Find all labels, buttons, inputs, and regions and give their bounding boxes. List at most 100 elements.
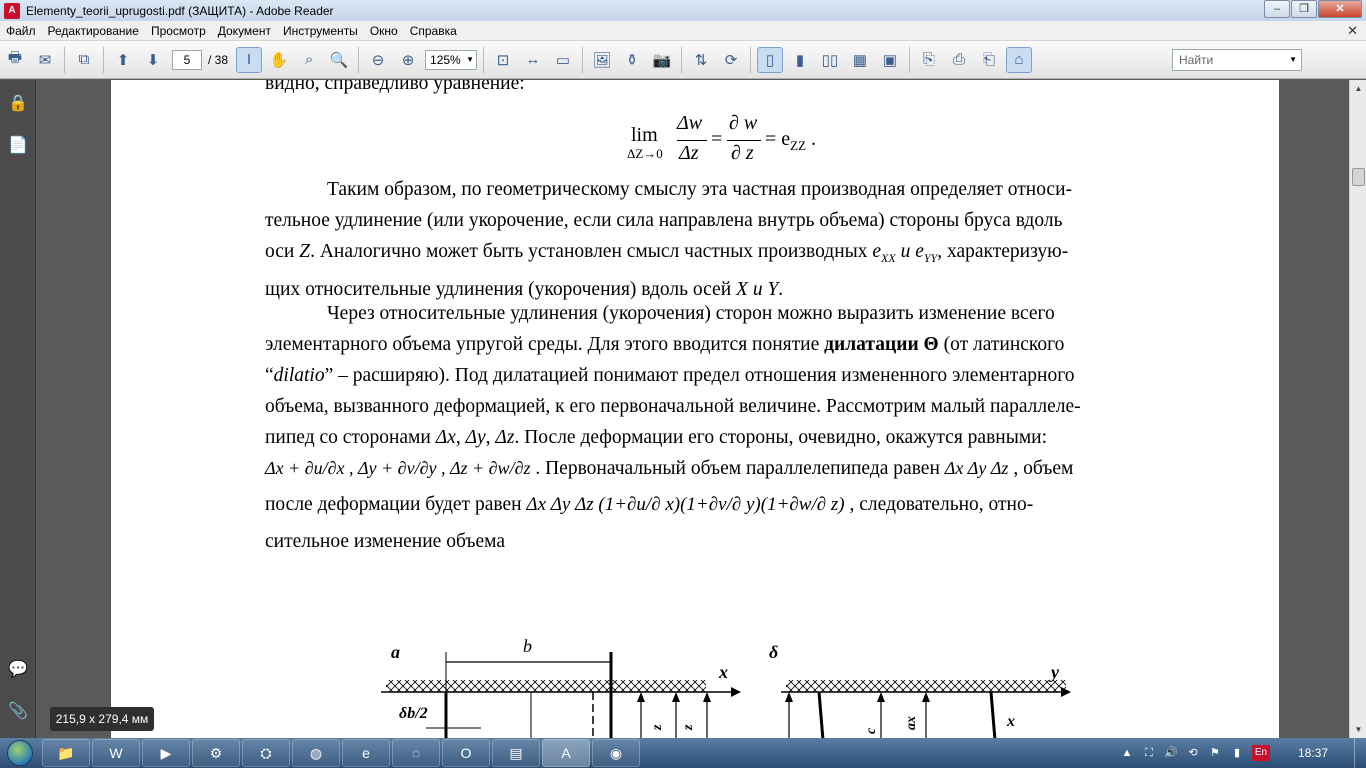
reader-taskbar-icon[interactable]: ▤ bbox=[492, 739, 540, 767]
opera-taskbar-icon[interactable]: O bbox=[442, 739, 490, 767]
marquee-zoom-icon[interactable]: ⌕ bbox=[296, 47, 322, 73]
document-area[interactable]: видно, справедливо уравнение: lim ΔZ→0 Δ… bbox=[37, 80, 1349, 738]
italic-text: Δx bbox=[435, 427, 456, 448]
comments-icon[interactable]: 💬 bbox=[8, 660, 28, 680]
collaborate-icon[interactable]: ⧉ bbox=[71, 47, 97, 73]
menu-window[interactable]: Окно bbox=[364, 24, 404, 38]
arrow-head bbox=[672, 692, 680, 702]
app3-taskbar-icon[interactable]: ◌ bbox=[392, 739, 440, 767]
tool-a-icon[interactable]: ⎘ bbox=[916, 47, 942, 73]
single-page-continuous-icon[interactable]: ▮ bbox=[787, 47, 813, 73]
camera-icon[interactable]: 📷 bbox=[649, 47, 675, 73]
dropdown-arrow-icon: ▼ bbox=[466, 54, 475, 64]
next-page-icon[interactable]: ⬇ bbox=[140, 47, 166, 73]
print-icon[interactable]: 🖶 bbox=[2, 47, 28, 73]
select-text-icon[interactable]: I bbox=[236, 46, 263, 73]
network-icon[interactable]: ⛶ bbox=[1140, 744, 1158, 762]
show-hidden-icon[interactable]: ▲ bbox=[1118, 744, 1136, 762]
attachments-icon[interactable]: 📎 bbox=[8, 702, 28, 722]
text: оси bbox=[265, 241, 300, 262]
language-indicator[interactable]: En bbox=[1251, 745, 1270, 761]
scroll-pages-icon[interactable]: ⇅ bbox=[688, 47, 714, 73]
italic-text: и bbox=[747, 278, 768, 300]
scroll-down-icon[interactable]: ▼ bbox=[1350, 721, 1366, 738]
snapshot-icon[interactable]: 🖼 bbox=[589, 47, 615, 73]
volume-icon[interactable]: 🔊 bbox=[1162, 744, 1180, 762]
pdf-page: видно, справедливо уравнение: lim ΔZ→0 Δ… bbox=[111, 80, 1279, 738]
formula-rhs-text: = e bbox=[765, 128, 791, 150]
zoom-in-icon[interactable]: ⊕ bbox=[395, 47, 421, 73]
email-icon[interactable]: ✉ bbox=[32, 47, 58, 73]
text-line: объема, вызванного деформацией, к его пе… bbox=[265, 396, 1081, 417]
hand-tool-icon[interactable]: ✋ bbox=[266, 47, 292, 73]
arrow-head bbox=[637, 692, 645, 702]
two-up-continuous-icon[interactable]: ▦ bbox=[847, 47, 873, 73]
text-line: “dilatio” – расширяю). Под дилатацией по… bbox=[265, 360, 1181, 391]
single-page-icon[interactable]: ▯ bbox=[757, 46, 784, 73]
network-taskbar-icon[interactable]: ⚙ bbox=[192, 739, 240, 767]
acrobat-taskbar-icon[interactable]: A bbox=[542, 739, 590, 767]
zoom-out-icon[interactable]: ⊖ bbox=[365, 47, 391, 73]
battery-icon[interactable]: ▮ bbox=[1228, 744, 1246, 762]
flag-icon[interactable]: ⚑ bbox=[1206, 744, 1224, 762]
close-button[interactable]: ✕ bbox=[1318, 0, 1362, 18]
app-taskbar-icon[interactable]: ⛭ bbox=[242, 739, 290, 767]
paragraph-1: Таким образом, по геометрическому смыслу… bbox=[265, 174, 1181, 305]
menu-document[interactable]: Документ bbox=[212, 24, 277, 38]
menu-edit[interactable]: Редактирование bbox=[42, 24, 145, 38]
pages-icon[interactable]: 📄 bbox=[8, 136, 28, 156]
page-total: / 38 bbox=[208, 52, 229, 67]
clock[interactable]: 18:37 bbox=[1298, 746, 1328, 760]
sync-icon[interactable]: ⟲ bbox=[1184, 744, 1202, 762]
actual-size-icon[interactable]: ⊡ bbox=[490, 47, 516, 73]
media-player-taskbar-icon[interactable]: ▶ bbox=[142, 739, 190, 767]
scroll-up-icon[interactable]: ▲ bbox=[1350, 80, 1366, 97]
explorer-taskbar-icon[interactable]: 📁 bbox=[42, 739, 90, 767]
figure-deformation: a b x δb/2 z z δ y c ax x bbox=[381, 636, 1071, 738]
previous-page-icon[interactable]: ⬆ bbox=[110, 47, 136, 73]
vertical-scrollbar[interactable]: ▲ ▼ bbox=[1349, 80, 1366, 738]
page-number-input[interactable]: 5 bbox=[172, 49, 202, 70]
menu-view[interactable]: Просмотр bbox=[145, 24, 212, 38]
text: . Аналогично может быть установлен смысл… bbox=[310, 241, 873, 262]
menu-file[interactable]: Файл bbox=[0, 24, 42, 38]
text-line: видно, справедливо уравнение: bbox=[265, 80, 525, 94]
figure-label-a: a bbox=[391, 642, 400, 662]
zoom-select[interactable]: 125% ▼ bbox=[425, 49, 478, 70]
minimize-button[interactable]: – bbox=[1264, 0, 1290, 18]
stamp-icon[interactable]: ⚱ bbox=[619, 47, 645, 73]
text: щих относительные удлинения (укорочения)… bbox=[265, 278, 737, 300]
ie-taskbar-icon[interactable]: e bbox=[342, 739, 390, 767]
close-document-icon[interactable]: ✕ bbox=[1347, 23, 1358, 39]
show-desktop-button[interactable] bbox=[1354, 738, 1366, 768]
windows-logo-icon bbox=[7, 740, 33, 766]
app2-taskbar-icon[interactable]: ◍ bbox=[292, 739, 340, 767]
scroll-thumb[interactable] bbox=[1352, 168, 1365, 186]
search-input[interactable]: Найти ▼ bbox=[1172, 49, 1302, 71]
window-title: Elementy_teorii_uprugosti.pdf (ЗАЩИТА) -… bbox=[26, 3, 334, 18]
word-taskbar-icon[interactable]: W bbox=[92, 739, 140, 767]
fit-width-icon[interactable]: ↔ bbox=[520, 47, 546, 73]
two-up-icon[interactable]: ▯▯ bbox=[817, 47, 843, 73]
system-tray: ▲ ⛶ 🔊 ⟲ ⚑ ▮ En 18:37 bbox=[1116, 738, 1366, 768]
dynamic-zoom-icon[interactable]: 🔍 bbox=[326, 47, 352, 73]
start-button[interactable] bbox=[0, 738, 40, 768]
menu-help[interactable]: Справка bbox=[404, 24, 463, 38]
menu-tools[interactable]: Инструменты bbox=[277, 24, 364, 38]
formula-num1: Δw bbox=[677, 112, 703, 134]
fit-page-icon[interactable]: ▭ bbox=[550, 47, 576, 73]
home-icon[interactable]: ⌂ bbox=[1006, 46, 1033, 73]
full-screen-icon[interactable]: ▣ bbox=[877, 47, 903, 73]
arrow-head bbox=[922, 692, 930, 702]
text: , bbox=[455, 427, 466, 448]
rotate-icon[interactable]: ⟳ bbox=[718, 47, 744, 73]
restore-button[interactable]: ❐ bbox=[1291, 0, 1317, 18]
chrome-taskbar-icon[interactable]: ◉ bbox=[592, 739, 640, 767]
text: “ bbox=[265, 365, 274, 386]
section-line bbox=[817, 691, 825, 738]
lock-icon[interactable]: 🔒 bbox=[8, 94, 28, 114]
text-line: оси Z. Аналогично может быть установлен … bbox=[265, 236, 1181, 274]
tool-c-icon[interactable]: ⎗ bbox=[976, 47, 1002, 73]
formula-lim-sub: ΔZ→0 bbox=[627, 146, 663, 161]
tool-b-icon[interactable]: ⎙ bbox=[946, 47, 972, 73]
